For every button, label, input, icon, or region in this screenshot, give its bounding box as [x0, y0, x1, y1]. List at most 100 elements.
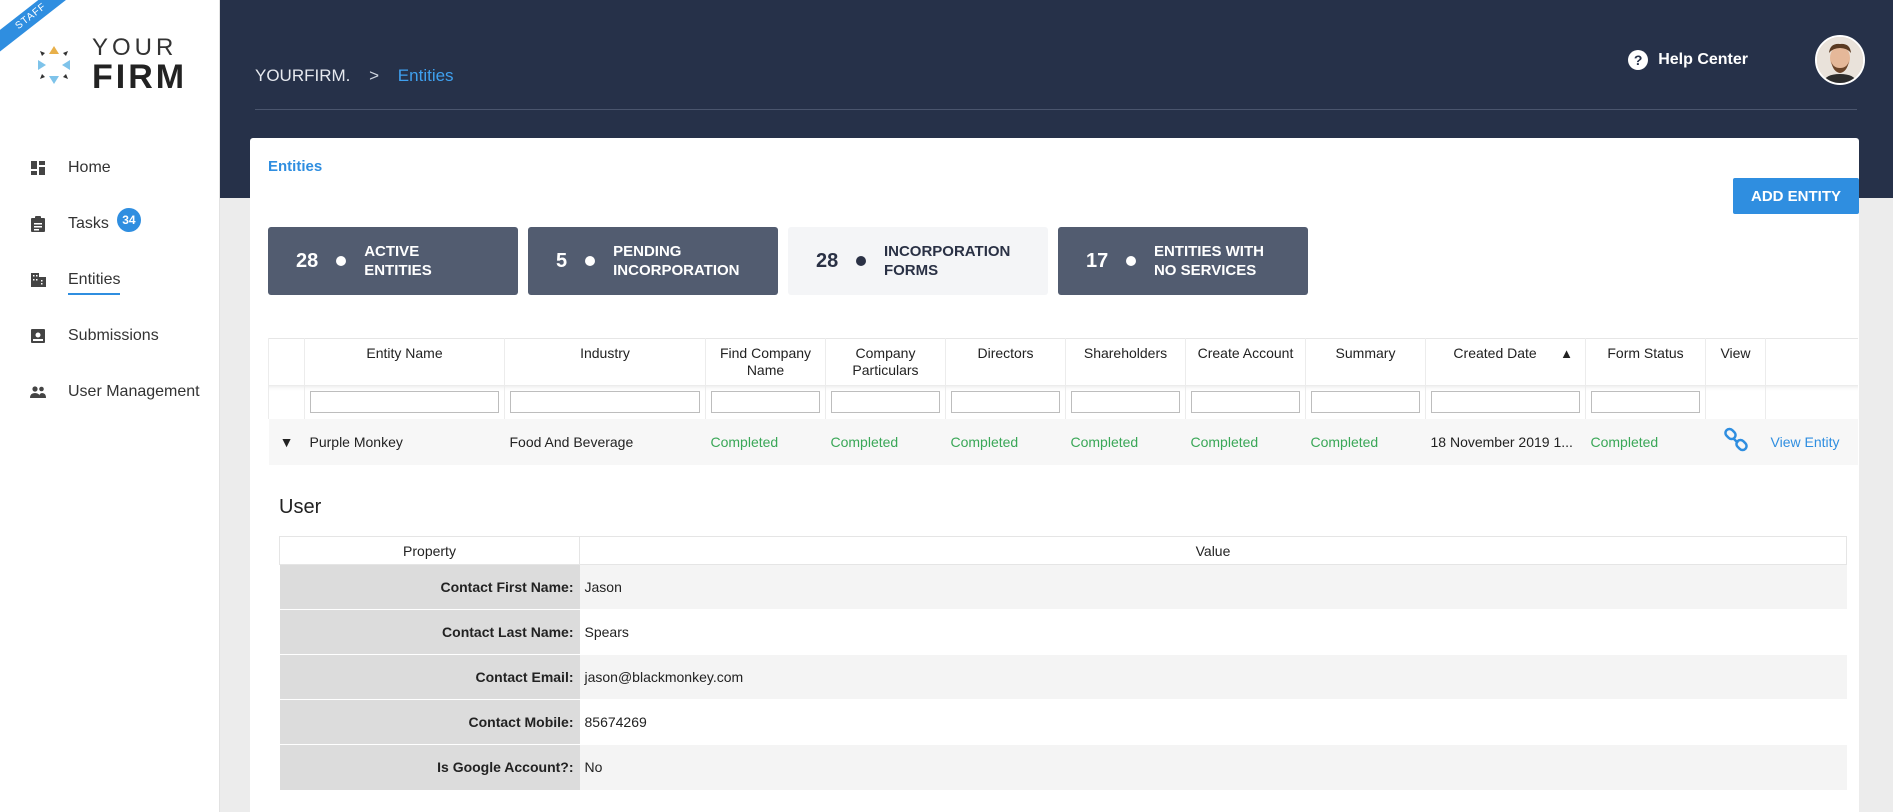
- column-header-company-particulars[interactable]: Company Particulars: [825, 338, 946, 385]
- dashboard-icon: [30, 160, 46, 176]
- stat-count: 17: [1086, 249, 1109, 272]
- logo[interactable]: YOUR FIRM: [32, 36, 187, 94]
- filter-created-date-input[interactable]: [1431, 390, 1580, 413]
- sort-ascending-icon[interactable]: ▲: [1560, 345, 1573, 362]
- column-header-summary[interactable]: Summary: [1305, 338, 1426, 385]
- sidebar-item-label: Tasks: [68, 215, 109, 232]
- stat-incorporation-forms[interactable]: 28 INCORPORATION FORMS: [788, 227, 1048, 295]
- filter-create-account-input[interactable]: [1191, 390, 1300, 413]
- filter-summary-input[interactable]: [1311, 390, 1420, 413]
- column-header-industry[interactable]: Industry: [504, 338, 706, 385]
- property-row: Is Google Account?: No: [279, 744, 1847, 790]
- clipboard-icon: [30, 216, 46, 232]
- property-key: Contact Mobile:: [279, 699, 580, 745]
- column-header-actions: [1765, 338, 1858, 385]
- view-entity-link[interactable]: View Entity: [1765, 418, 1858, 465]
- stat-active-entities[interactable]: 28 ACTIVE ENTITIES: [268, 227, 518, 295]
- column-header-label: Created Date: [1453, 345, 1537, 361]
- filter-company-particulars-input[interactable]: [831, 390, 940, 413]
- cell-form-status: Completed: [1585, 418, 1706, 465]
- column-header-value: Value: [579, 536, 1847, 565]
- dot-icon: [1126, 256, 1136, 266]
- column-header-expand: [268, 338, 305, 385]
- column-header-view[interactable]: View: [1705, 338, 1766, 385]
- sidebar-item-tasks[interactable]: Tasks 34: [0, 196, 219, 252]
- help-center-link[interactable]: ? Help Center: [1628, 50, 1748, 70]
- filter-cell: [705, 384, 826, 419]
- cell-entity-name: Purple Monkey: [304, 418, 505, 465]
- cell-shareholders: Completed: [1065, 418, 1186, 465]
- stat-pending-incorporation[interactable]: 5 PENDING INCORPORATION: [528, 227, 778, 295]
- column-header-find-company-name[interactable]: Find Company Name: [705, 338, 826, 385]
- stat-count: 28: [296, 249, 319, 272]
- sidebar-item-label: User Management: [68, 383, 200, 400]
- logo-mark-icon: [38, 46, 70, 84]
- filter-industry-input[interactable]: [510, 390, 700, 413]
- property-value: Jason: [579, 564, 1847, 610]
- cell-find-company-name: Completed: [705, 418, 826, 465]
- tasks-count-badge: 34: [116, 208, 141, 232]
- breadcrumb-separator: >: [369, 66, 380, 85]
- stats-row: 28 ACTIVE ENTITIES 5 PENDING INCORPORATI…: [268, 227, 1318, 295]
- logo-text-bottom: FIRM: [92, 58, 188, 96]
- property-value: jason@blackmonkey.com: [579, 654, 1847, 700]
- question-icon: ?: [1628, 50, 1649, 70]
- property-key: Contact First Name:: [279, 564, 580, 610]
- stat-label: ACTIVE ENTITIES: [364, 243, 432, 279]
- filter-cell: [504, 384, 706, 419]
- filter-row: [268, 384, 1858, 419]
- logo-text-top: YOUR: [92, 34, 178, 61]
- cell-directors: Completed: [945, 418, 1066, 465]
- filter-find-company-name-input[interactable]: [711, 390, 820, 413]
- column-header-directors[interactable]: Directors: [945, 338, 1066, 385]
- cell-company-particulars: Completed: [825, 418, 946, 465]
- table-row[interactable]: ▼ Purple Monkey Food And Beverage Comple…: [268, 418, 1858, 465]
- cell-summary: Completed: [1305, 418, 1426, 465]
- building-icon: [30, 272, 46, 288]
- sidebar-item-home[interactable]: Home: [0, 140, 219, 196]
- filter-cell: [1705, 384, 1766, 419]
- sidebar-item-user-management[interactable]: User Management: [0, 364, 219, 420]
- property-key: Is Google Account?:: [279, 744, 580, 790]
- header-divider: [255, 109, 1857, 110]
- dot-icon: [585, 256, 596, 266]
- cell-created-date: 18 November 2019 1...: [1425, 418, 1586, 465]
- filter-cell: [825, 384, 946, 419]
- filter-entity-name-input[interactable]: [310, 390, 499, 413]
- column-header-entity-name[interactable]: Entity Name: [304, 338, 505, 385]
- filter-form-status-input[interactable]: [1591, 390, 1700, 413]
- filter-directors-input[interactable]: [951, 390, 1060, 413]
- sidebar-item-submissions[interactable]: Submissions: [0, 308, 219, 364]
- column-header-form-status[interactable]: Form Status: [1585, 338, 1706, 385]
- expand-toggle[interactable]: ▼: [268, 418, 305, 465]
- filter-shareholders-input[interactable]: [1071, 390, 1180, 413]
- sidebar-nav: Home Tasks 34 Entities Submissions User …: [0, 140, 219, 420]
- user-face-icon: [1817, 37, 1863, 83]
- stat-label: ENTITIES WITH NO SERVICES: [1153, 243, 1264, 279]
- property-row: Contact Email: jason@blackmonkey.com: [279, 654, 1847, 700]
- filter-cell: [268, 384, 305, 419]
- detail-section-title: User: [279, 496, 322, 518]
- sidebar-item-entities[interactable]: Entities: [0, 252, 219, 308]
- breadcrumb-current[interactable]: Entities: [398, 66, 454, 85]
- column-header-property: Property: [279, 536, 580, 565]
- column-header-created-date[interactable]: Created Date ▲: [1425, 338, 1586, 385]
- view-link-icon-cell[interactable]: [1705, 418, 1766, 465]
- filter-cell: [304, 384, 505, 419]
- filter-cell: [945, 384, 1066, 419]
- filter-cell: [1585, 384, 1706, 419]
- sidebar-item-label: Submissions: [68, 327, 159, 344]
- add-entity-button[interactable]: ADD ENTITY: [1733, 178, 1859, 214]
- column-header-create-account[interactable]: Create Account: [1185, 338, 1306, 385]
- avatar[interactable]: [1815, 35, 1865, 85]
- property-value: Spears: [579, 609, 1847, 655]
- filter-cell: [1765, 384, 1858, 419]
- filter-cell: [1065, 384, 1186, 419]
- stat-label: INCORPORATION FORMS: [883, 243, 1011, 279]
- cell-create-account: Completed: [1185, 418, 1306, 465]
- property-row: Contact Last Name: Spears: [279, 609, 1847, 655]
- dot-icon: [336, 256, 347, 266]
- stat-entities-no-services[interactable]: 17 ENTITIES WITH NO SERVICES: [1058, 227, 1308, 295]
- breadcrumb-root[interactable]: YOURFIRM.: [255, 66, 350, 85]
- column-header-shareholders[interactable]: Shareholders: [1065, 338, 1186, 385]
